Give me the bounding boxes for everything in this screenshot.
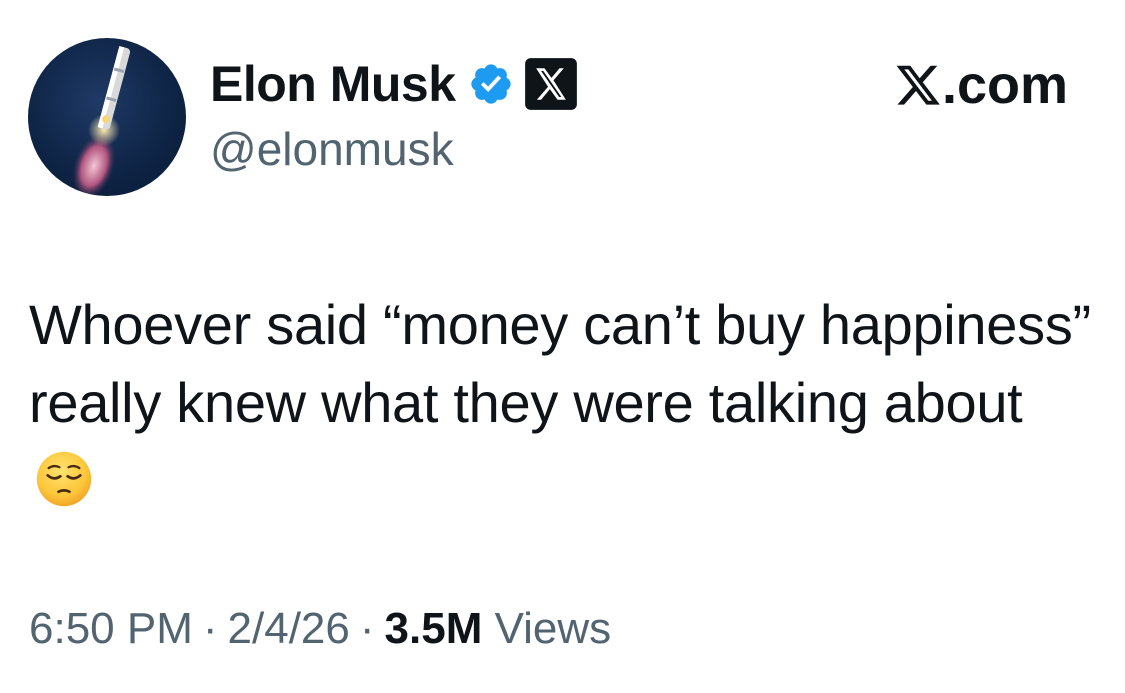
pensive-face-emoji <box>36 451 92 507</box>
author-handle[interactable]: @elonmusk <box>210 122 454 176</box>
tweet-meta: 6:50 PM · 2/4/26 · 3.5M Views <box>29 604 611 654</box>
meta-separator: · <box>202 604 218 653</box>
avatar[interactable] <box>28 38 186 196</box>
display-name[interactable]: Elon Musk <box>210 55 456 113</box>
author-name-row: Elon Musk <box>210 56 578 112</box>
tweet-text: Whoever said “money can’t buy happiness”… <box>29 286 1099 520</box>
tweet-body: Whoever said “money can’t buy happiness”… <box>29 293 1091 434</box>
x-logo-icon[interactable] <box>524 57 578 111</box>
views-label: Views <box>494 604 612 653</box>
verified-check-icon[interactable] <box>468 61 514 107</box>
tweet-date[interactable]: 2/4/26 <box>228 604 350 653</box>
views-count[interactable]: 3.5M <box>385 604 483 653</box>
rocket-launch-avatar <box>72 46 131 196</box>
x-logo-icon <box>896 65 940 105</box>
tweet-time[interactable]: 6:50 PM <box>29 604 193 653</box>
meta-separator: · <box>359 604 375 653</box>
brand-label: .com <box>896 55 1068 115</box>
brand-suffix: .com <box>941 55 1068 115</box>
